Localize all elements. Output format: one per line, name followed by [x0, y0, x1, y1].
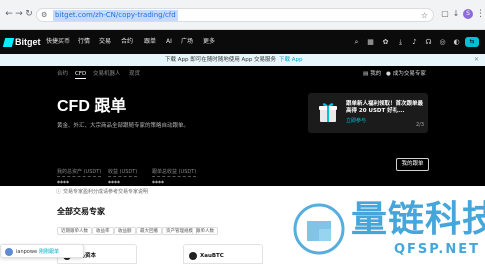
download-banner: 下载 App 即可在随时随地使用 App 交易服务 下载 App ✕: [0, 54, 485, 66]
tab-trading-bots[interactable]: 交易机器人: [93, 70, 121, 78]
bell-icon[interactable]: ♪: [410, 37, 419, 47]
profile-avatar[interactable]: S: [463, 9, 473, 19]
stat-total-assets: 我的总资产 (USDT) ****: [57, 169, 102, 187]
activity-toast: ianpowe 刚刚跟单: [0, 244, 84, 258]
close-icon[interactable]: ✕: [474, 56, 479, 64]
stat-copy-profit: 跟单总收益 (USDT) ****: [152, 169, 197, 187]
gift-icon[interactable]: ✿: [381, 37, 390, 47]
user-icon: ●: [386, 71, 391, 77]
nav-item-ai[interactable]: AI: [166, 38, 172, 46]
address-bar[interactable]: ⚙ bitget.com/zh-CN/copy-trading/cfd ☆: [36, 8, 434, 22]
watermark-text: 量链科技: [351, 199, 485, 240]
nav-item-futures[interactable]: 合约: [121, 38, 133, 46]
gift-box-icon: [319, 103, 337, 122]
stat-profit: 收益 (USDT) ****: [108, 169, 138, 187]
banner-message: 下载 App 即可在随时随地使用 App 交易服务 下载 App: [165, 57, 303, 63]
banner-download-link[interactable]: 下载 App: [279, 57, 303, 63]
login-button[interactable]: ⇆: [465, 37, 479, 47]
tab-spot[interactable]: 现货: [129, 70, 140, 78]
reload-icon[interactable]: ↻: [23, 8, 35, 20]
my-copy-link[interactable]: ▤ 我的: [363, 70, 381, 78]
download-icon[interactable]: ⤓: [396, 37, 405, 47]
filter-recent-copiers[interactable]: 近期跟单人数: [57, 227, 92, 235]
browser-menu-icon[interactable]: ⋮: [476, 8, 485, 20]
tab-cfd[interactable]: CFD: [75, 70, 87, 79]
my-copy-button[interactable]: 我的跟单: [396, 158, 429, 171]
download-icon[interactable]: ↓: [451, 9, 461, 19]
promo-card[interactable]: 跟单新人福利领取！首次跟单最高得 20 USDT 好礼... 立即参与 2/3: [308, 93, 428, 133]
tab-futures[interactable]: 合约: [57, 70, 68, 78]
info-icon: ⓘ: [56, 189, 62, 195]
trader-card[interactable]: XauBTC: [183, 244, 263, 264]
logo-mark-icon: [2, 37, 15, 47]
page-subtitle: 黄金、外汇、大宗商品全部跟随专家的策略自动跟单。: [57, 123, 190, 129]
headset-icon[interactable]: ☊: [424, 37, 433, 47]
filter-copiers[interactable]: 跟单人数: [192, 227, 218, 235]
become-expert-link[interactable]: ● 成为交易专家: [386, 70, 426, 78]
document-icon: ▤: [363, 71, 369, 77]
nav-item-copy-trading[interactable]: 跟单: [144, 38, 156, 46]
notice-line: ⓘ 交易专家盈利分成请参考交易专家说明: [56, 189, 149, 195]
toast-username: ianpowe: [16, 249, 38, 255]
watermark-url: QFSP.NET: [394, 242, 481, 257]
globe-icon[interactable]: ◎: [438, 37, 447, 47]
filter-pnl[interactable]: 收益额: [114, 227, 136, 235]
promo-pager: 2/3: [416, 122, 425, 128]
watermark-logo-icon: [293, 203, 345, 255]
avatar: [5, 248, 13, 256]
filter-max-drawdown[interactable]: 最大回撤: [136, 227, 162, 235]
site-info-icon[interactable]: ⚙: [41, 11, 49, 19]
nav-item-buy-crypto[interactable]: 快捷买币: [46, 38, 70, 46]
site-navbar: Bitget 快捷买币 行情 交易 合约 跟单 AI 广场 更多 ⌕ ▦ ✿ ⤓…: [0, 30, 485, 54]
promo-join-link[interactable]: 立即参与: [346, 118, 366, 125]
nav-item-markets[interactable]: 行情: [78, 38, 90, 46]
toast-action: 刚刚跟单: [39, 249, 60, 255]
grid-icon[interactable]: ▦: [366, 37, 375, 47]
theme-icon[interactable]: ◐: [452, 37, 461, 47]
bitget-logo[interactable]: Bitget: [2, 36, 41, 48]
trader-name: XauBTC: [200, 253, 224, 259]
nav-item-square[interactable]: 广场: [181, 38, 193, 46]
url-text[interactable]: bitget.com/zh-CN/copy-trading/cfd: [53, 10, 178, 21]
extension-icon[interactable]: ▢: [440, 9, 450, 19]
section-title: 全部交易专家: [57, 207, 105, 216]
filter-roi[interactable]: 收益率: [92, 227, 114, 235]
page-title: CFD 跟单: [57, 98, 127, 115]
nav-item-more[interactable]: 更多: [203, 38, 215, 46]
search-icon[interactable]: ⌕: [352, 37, 361, 47]
browser-toolbar: ← → ↻ ⚙ bitget.com/zh-CN/copy-trading/cf…: [0, 0, 485, 30]
promo-title: 跟单新人福利领取！首次跟单最高得 20 USDT 好礼...: [346, 101, 424, 114]
bookmark-star-icon[interactable]: ☆: [421, 10, 428, 21]
nav-item-trade[interactable]: 交易: [99, 38, 111, 46]
avatar: [189, 252, 197, 260]
